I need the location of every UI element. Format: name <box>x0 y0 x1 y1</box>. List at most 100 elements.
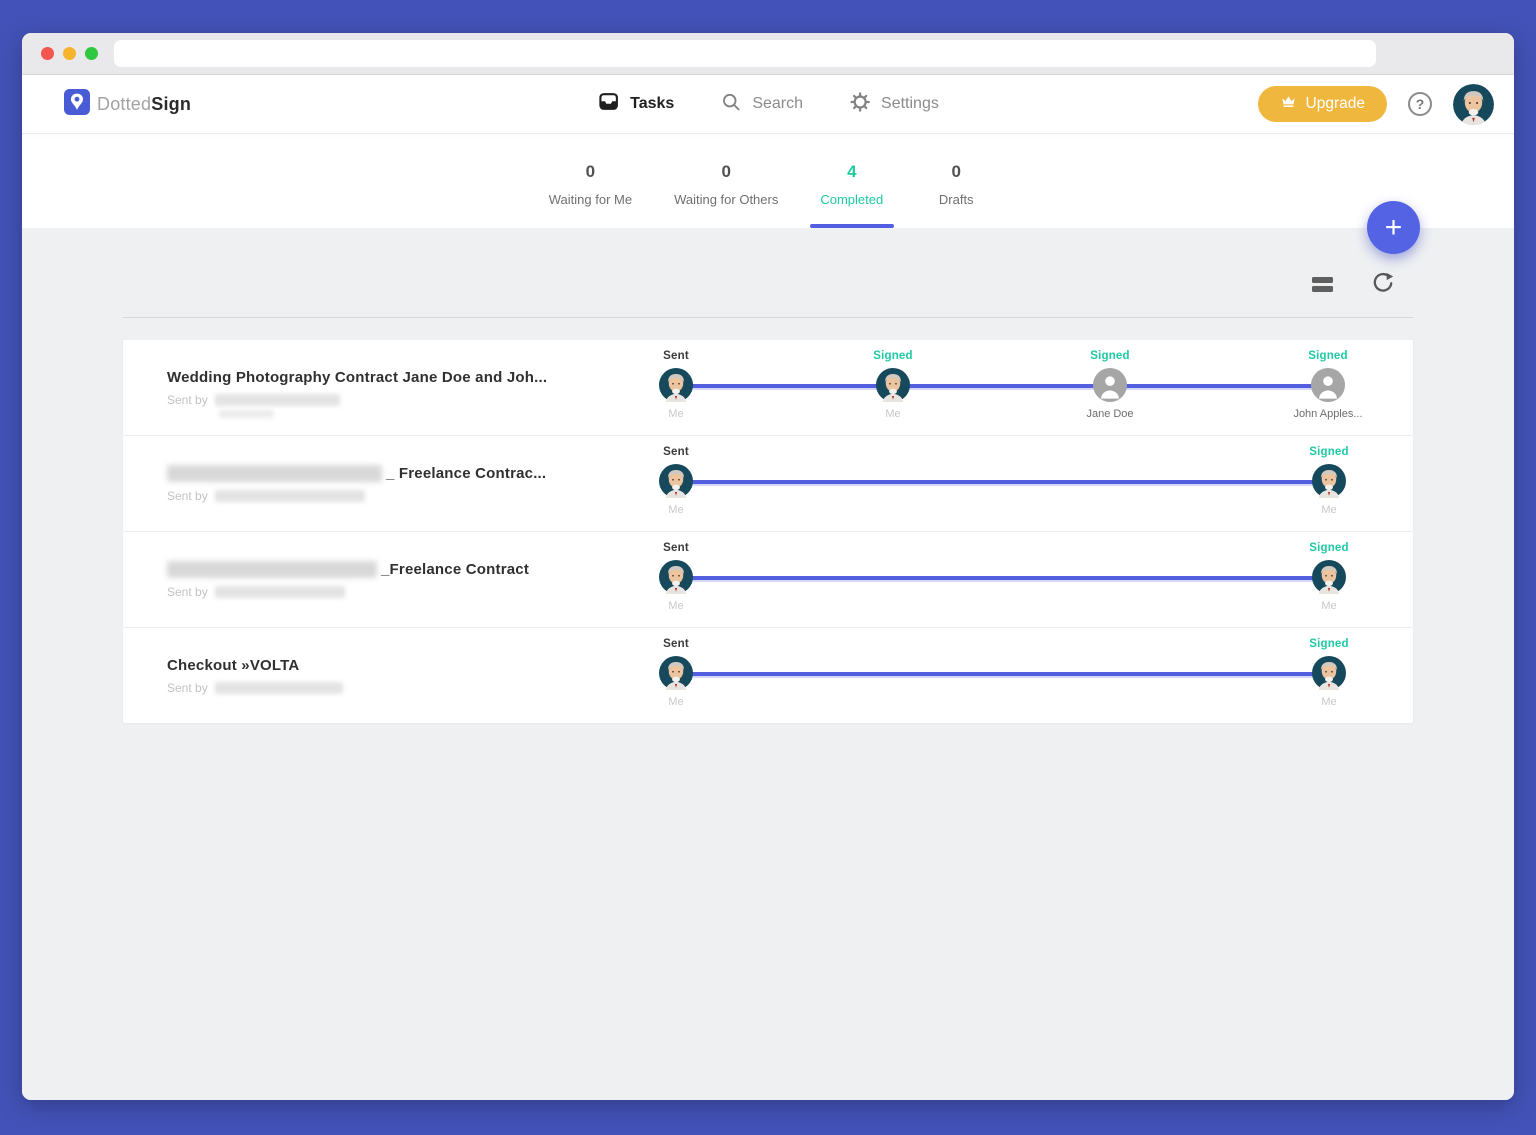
tab-drafts[interactable]: 0 Drafts <box>925 133 987 228</box>
browser-title-bar <box>22 33 1514 75</box>
tab-label: Completed <box>820 192 883 207</box>
sent-by-label: Sent by <box>167 489 208 503</box>
plus-icon: + <box>1385 211 1403 244</box>
nav-settings-label: Settings <box>881 95 939 113</box>
browser-window: DottedSign Tasks Search <box>22 33 1514 1100</box>
task-row[interactable]: Checkout »VOLTA Sent by Sent Me Signed M… <box>123 627 1413 723</box>
redacted-sender <box>215 682 343 694</box>
tab-label: Drafts <box>925 192 987 207</box>
task-title-text: _ Freelance Contrac... <box>386 465 546 482</box>
content-area: + Wedding Photography Contract Jane Doe … <box>22 228 1514 1100</box>
timeline-node: Sent Me <box>611 638 741 708</box>
sent-by-label: Sent by <box>167 393 208 407</box>
tab-label: Waiting for Others <box>674 192 778 207</box>
tab-count: 0 <box>925 162 987 182</box>
node-name: John Apples... <box>1263 408 1393 420</box>
redacted-sender <box>215 586 345 598</box>
task-tabs: 0 Waiting for Me 0 Waiting for Others 4 … <box>22 133 1514 228</box>
signer-avatar-placeholder <box>1093 368 1127 402</box>
node-status: Signed <box>1264 542 1394 554</box>
sent-by-label: Sent by <box>167 585 208 599</box>
main-nav: Tasks Search <box>597 90 939 118</box>
tab-count: 0 <box>549 162 632 182</box>
tab-completed[interactable]: 4 Completed <box>820 133 883 228</box>
task-row[interactable]: Wedding Photography Contract Jane Doe an… <box>123 340 1413 435</box>
list-view-icon <box>1312 277 1333 292</box>
nav-settings[interactable]: Settings <box>849 91 939 118</box>
node-name: Me <box>828 408 958 420</box>
signer-avatar-me <box>1312 656 1346 690</box>
tab-count: 4 <box>820 162 883 182</box>
signer-avatar-placeholder <box>1311 368 1345 402</box>
timeline-node: Signed Me <box>1264 638 1394 708</box>
timeline-node: Sent Me <box>611 446 741 516</box>
user-avatar[interactable] <box>1453 84 1494 125</box>
timeline-node: Signed Me <box>1264 446 1394 516</box>
redacted-sender <box>215 490 365 502</box>
maximize-button[interactable] <box>85 47 98 60</box>
app-header: DottedSign Tasks Search <box>22 75 1514 133</box>
tab-waiting-for-me[interactable]: 0 Waiting for Me <box>549 133 632 228</box>
question-mark-icon: ? <box>1416 96 1425 112</box>
node-status: Sent <box>611 542 741 554</box>
dottedsign-logo-text: DottedSign <box>97 94 191 115</box>
timeline-connector <box>676 480 1329 484</box>
task-title: _Freelance Contract <box>167 561 529 578</box>
timeline-node: Signed Me <box>1264 542 1394 612</box>
node-status: Signed <box>1045 350 1175 362</box>
nav-tasks-label: Tasks <box>630 95 674 113</box>
task-list: Wedding Photography Contract Jane Doe an… <box>123 340 1413 723</box>
node-status: Sent <box>611 350 741 362</box>
signer-avatar-me <box>659 656 693 690</box>
signer-avatar-me <box>876 368 910 402</box>
upgrade-label: Upgrade <box>1306 95 1365 113</box>
signer-avatar-me <box>659 560 693 594</box>
toolbar-divider <box>123 317 1413 318</box>
dottedsign-logo[interactable]: DottedSign <box>64 89 191 120</box>
upgrade-button[interactable]: Upgrade <box>1258 86 1387 122</box>
timeline-connector <box>676 384 1328 388</box>
task-info: Checkout »VOLTA Sent by <box>167 657 343 695</box>
tab-label: Waiting for Me <box>549 192 632 207</box>
tab-count: 0 <box>674 162 778 182</box>
help-button[interactable]: ? <box>1408 92 1432 116</box>
task-row[interactable]: _ Freelance Contrac... Sent by Sent Me S… <box>123 435 1413 531</box>
timeline-node: Signed Jane Doe <box>1045 350 1175 420</box>
logo-suffix: Sign <box>151 94 191 114</box>
task-row[interactable]: _Freelance Contract Sent by Sent Me Sign… <box>123 531 1413 627</box>
task-info: Wedding Photography Contract Jane Doe an… <box>167 369 547 418</box>
refresh-icon <box>1370 284 1396 299</box>
url-bar[interactable] <box>114 40 1376 67</box>
timeline-node: Sent Me <box>611 542 741 612</box>
node-status: Signed <box>1264 446 1394 458</box>
signer-avatar-me <box>659 464 693 498</box>
page-background: { "browser": { "url": "" }, "header": { … <box>0 0 1536 1135</box>
dottedsign-logo-icon <box>64 89 90 120</box>
node-name: Me <box>1264 696 1394 708</box>
tab-waiting-for-others[interactable]: 0 Waiting for Others <box>674 133 778 228</box>
add-task-button[interactable]: + <box>1367 201 1420 254</box>
crown-icon <box>1280 94 1297 114</box>
active-tab-underline <box>810 224 894 228</box>
signer-avatar-me <box>659 368 693 402</box>
timeline-node: Signed Me <box>828 350 958 420</box>
list-view-toggle-button[interactable] <box>1310 275 1335 294</box>
nav-search[interactable]: Search <box>720 91 803 118</box>
node-name: Me <box>1264 600 1394 612</box>
close-button[interactable] <box>41 47 54 60</box>
refresh-button[interactable] <box>1370 270 1396 299</box>
search-icon <box>720 91 742 118</box>
task-sent-by: Sent by <box>167 585 529 599</box>
node-status: Signed <box>1263 350 1393 362</box>
node-name: Me <box>611 696 741 708</box>
timeline-connector <box>676 672 1329 676</box>
task-title: Checkout »VOLTA <box>167 657 343 674</box>
node-status: Sent <box>611 446 741 458</box>
timeline-node: Sent Me <box>611 350 741 420</box>
redacted-title <box>167 561 377 578</box>
timeline-node: Signed John Apples... <box>1263 350 1393 420</box>
minimize-button[interactable] <box>63 47 76 60</box>
nav-tasks[interactable]: Tasks <box>597 90 674 118</box>
gear-icon <box>849 91 871 118</box>
node-name: Me <box>611 504 741 516</box>
